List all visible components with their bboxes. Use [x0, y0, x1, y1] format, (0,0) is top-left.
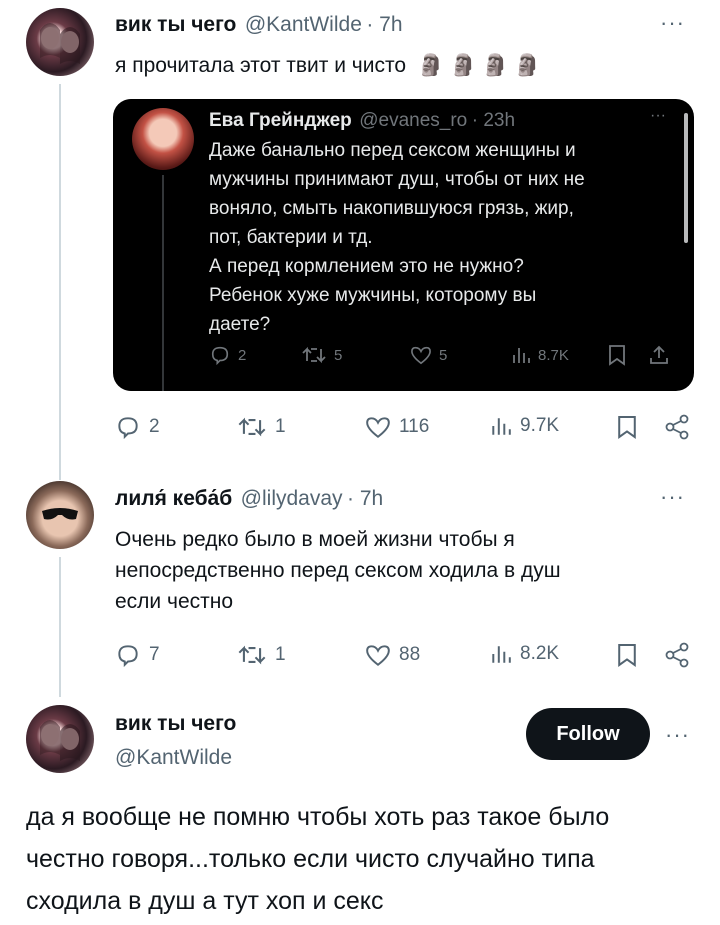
author-handle[interactable]: @KantWilde	[245, 13, 362, 36]
share-icon	[665, 414, 689, 440]
views-icon	[513, 348, 530, 363]
avatar-eva[interactable]	[132, 108, 194, 170]
tweet2-text: Очень редко было в моей жизни чтобы я не…	[115, 528, 561, 613]
heart-icon	[366, 417, 390, 438]
quote-author-name[interactable]: Ева Грейнджер	[209, 110, 352, 131]
tweet1-header: вик ты чего @KantWilde · 7h	[115, 13, 403, 36]
heart-icon	[366, 645, 390, 666]
quote-more-icon[interactable]: ···	[650, 107, 666, 125]
views-icon	[492, 418, 511, 435]
tweet1-text: я прочитала этот твит и чисто 🗿🗿🗿🗿	[115, 53, 547, 77]
author-name[interactable]: лиля́ кеба́б	[115, 487, 232, 510]
quote-header: Ева Грейнджер @evanes_ro · 23h	[209, 110, 516, 131]
retweet-icon	[238, 645, 266, 665]
author-name[interactable]: вик ты чего	[115, 13, 236, 36]
quote-reply-button[interactable]: 2	[209, 345, 246, 365]
retweet-icon	[302, 346, 326, 364]
quote-share-button[interactable]	[648, 344, 670, 366]
quote-thread-line	[162, 175, 164, 391]
timestamp[interactable]: 7h	[379, 13, 402, 36]
quote-views-button[interactable]: 8.7K	[511, 345, 569, 365]
views-button[interactable]: 9.7K	[490, 415, 559, 437]
reply-button[interactable]: 7	[115, 643, 160, 667]
heart-icon	[411, 346, 431, 365]
moai-emoji: 🗿🗿🗿🗿	[417, 53, 547, 77]
quote-timestamp[interactable]: 23h	[483, 110, 515, 131]
more-options-icon[interactable]: ···	[665, 722, 690, 748]
avatar-vik[interactable]	[26, 705, 94, 773]
quote-author-handle[interactable]: @evanes_ro	[359, 110, 467, 131]
bookmark-icon	[618, 644, 636, 667]
views-button[interactable]: 8.2K	[490, 643, 559, 665]
like-button[interactable]: 116	[365, 415, 429, 439]
quote-like-button[interactable]: 5	[410, 345, 447, 365]
author-handle[interactable]: @lilydavay	[241, 487, 343, 510]
reply-icon	[118, 417, 138, 439]
share-button[interactable]	[664, 414, 690, 440]
more-options-icon[interactable]: ···	[660, 484, 685, 510]
tweet3-text: да я вообще не помню чтобы хоть раз тако…	[26, 803, 610, 915]
author-name[interactable]: вик ты чего	[115, 712, 236, 736]
like-button[interactable]: 88	[365, 643, 420, 667]
quote-text: Даже банально перед сексом женщины и муж…	[209, 140, 585, 335]
quote-bookmark-button[interactable]	[608, 344, 626, 366]
share-button[interactable]	[664, 642, 690, 668]
follow-button[interactable]: Follow	[526, 708, 650, 760]
author-handle[interactable]: @KantWilde	[115, 746, 232, 770]
quoted-tweet-card[interactable]: Ева Грейнджер @evanes_ro · 23h ··· Даже …	[113, 99, 694, 391]
timestamp[interactable]: 7h	[360, 487, 383, 510]
reply-button[interactable]: 2	[115, 415, 160, 439]
bookmark-button[interactable]	[617, 414, 637, 440]
quote-scrollbar[interactable]	[684, 113, 688, 243]
thread-line-2	[59, 557, 61, 697]
avatar-vik[interactable]	[26, 8, 94, 76]
bookmark-icon	[618, 416, 636, 439]
retweet-button[interactable]: 1	[237, 643, 286, 667]
bookmark-icon	[609, 345, 625, 366]
views-icon	[492, 646, 511, 663]
quote-retweet-button[interactable]: 5	[301, 345, 342, 365]
retweet-button[interactable]: 1	[237, 415, 286, 439]
reply-icon	[118, 645, 138, 667]
reply-icon	[211, 346, 229, 365]
share-icon	[650, 345, 668, 364]
more-options-icon[interactable]: ···	[660, 10, 685, 36]
tweet2-header: лиля́ кеба́б @lilydavay · 7h	[115, 487, 384, 510]
retweet-icon	[238, 417, 266, 437]
avatar-lilya[interactable]	[26, 481, 94, 549]
bookmark-button[interactable]	[617, 642, 637, 668]
share-icon	[665, 642, 689, 668]
thread-line-1	[59, 84, 61, 480]
